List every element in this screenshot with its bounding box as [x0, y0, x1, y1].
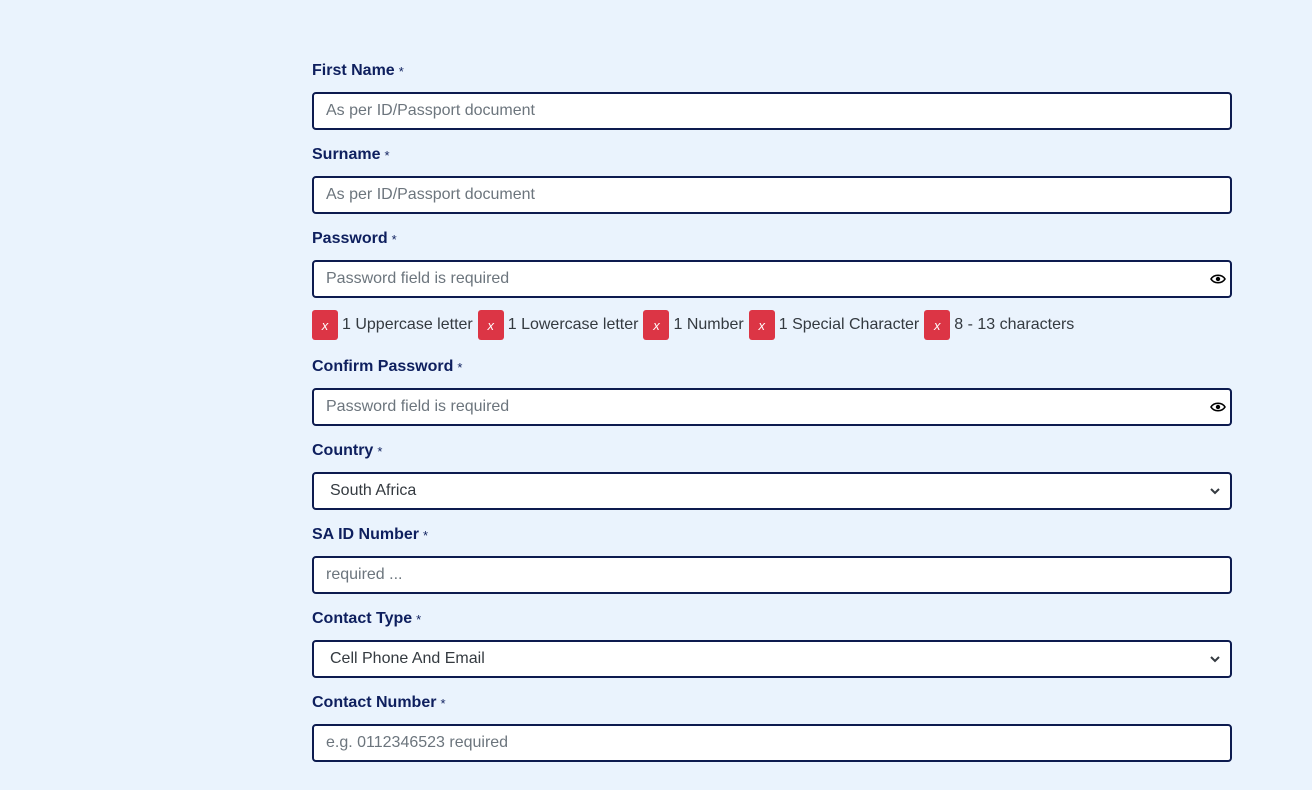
sa-id-label-text: SA ID Number — [312, 526, 419, 543]
country-select[interactable]: South Africa — [312, 472, 1232, 510]
eye-icon[interactable] — [1210, 272, 1226, 286]
rule-text: 8 - 13 characters — [954, 316, 1075, 333]
required-marker: * — [384, 147, 390, 163]
rule-length: x 8 - 13 characters — [924, 310, 1074, 340]
first-name-label-text: First Name — [312, 62, 395, 79]
required-marker: * — [422, 527, 429, 543]
contact-type-field: Contact Type * Cell Phone And Email — [312, 608, 1232, 678]
first-name-label: First Name * — [312, 60, 1232, 82]
fail-x-icon: x — [477, 310, 504, 340]
chevron-down-icon — [1210, 488, 1220, 495]
rule-text: 1 Special Character — [778, 316, 920, 333]
contact-type-selected-value: Cell Phone And Email — [330, 650, 485, 667]
contact-number-label: Contact Number * — [312, 692, 1232, 714]
contact-type-label: Contact Type * — [312, 608, 1232, 630]
sa-id-input[interactable] — [312, 556, 1232, 594]
password-label-text: Password — [312, 230, 388, 247]
country-label: Country * — [312, 440, 1232, 462]
fail-x-icon: x — [643, 310, 670, 340]
contact-type-select[interactable]: Cell Phone And Email — [312, 640, 1232, 678]
contact-number-field: Contact Number * — [312, 692, 1232, 762]
required-marker: * — [457, 359, 463, 375]
surname-label-text: Surname — [312, 146, 381, 163]
rule-text: 1 Uppercase letter — [342, 316, 473, 333]
sa-id-label: SA ID Number * — [312, 524, 1232, 546]
contact-number-label-text: Contact Number — [312, 694, 437, 711]
first-name-input[interactable] — [312, 92, 1232, 130]
rule-lowercase: x 1 Lowercase letter — [477, 310, 639, 340]
eye-icon[interactable] — [1210, 400, 1226, 414]
required-marker: * — [398, 63, 404, 79]
password-field: Password * x 1 Uppercase letter x 1 Lowe… — [312, 228, 1232, 340]
rule-text: 1 Lowercase letter — [507, 316, 639, 333]
required-marker: * — [377, 443, 383, 459]
surname-input[interactable] — [312, 176, 1232, 214]
rule-uppercase: x 1 Uppercase letter — [312, 310, 473, 340]
registration-form: First Name * Surname * Password * — [312, 60, 1232, 776]
required-marker: * — [391, 231, 397, 247]
chevron-down-icon — [1210, 656, 1220, 663]
contact-number-input[interactable] — [312, 724, 1232, 762]
confirm-password-label-text: Confirm Password — [312, 358, 454, 375]
fail-x-icon: x — [748, 310, 775, 340]
password-input[interactable] — [312, 260, 1232, 298]
country-selected-value: South Africa — [330, 482, 417, 499]
rule-number: x 1 Number — [643, 310, 744, 340]
country-label-text: Country — [312, 442, 374, 459]
confirm-password-input[interactable] — [312, 388, 1232, 426]
required-marker: * — [440, 695, 446, 711]
fail-x-icon: x — [312, 310, 338, 340]
confirm-password-field: Confirm Password * — [312, 356, 1232, 426]
sa-id-field: SA ID Number * — [312, 524, 1232, 594]
fail-x-icon: x — [924, 310, 951, 340]
password-rules: x 1 Uppercase letter x 1 Lowercase lette… — [312, 310, 1232, 340]
first-name-field: First Name * — [312, 60, 1232, 130]
surname-label: Surname * — [312, 144, 1232, 166]
rule-special: x 1 Special Character — [748, 310, 920, 340]
surname-field: Surname * — [312, 144, 1232, 214]
country-field: Country * South Africa — [312, 440, 1232, 510]
rule-text: 1 Number — [673, 316, 744, 333]
password-label: Password * — [312, 228, 1232, 250]
confirm-password-label: Confirm Password * — [312, 356, 1232, 378]
required-marker: * — [416, 611, 422, 627]
contact-type-label-text: Contact Type — [312, 610, 413, 627]
